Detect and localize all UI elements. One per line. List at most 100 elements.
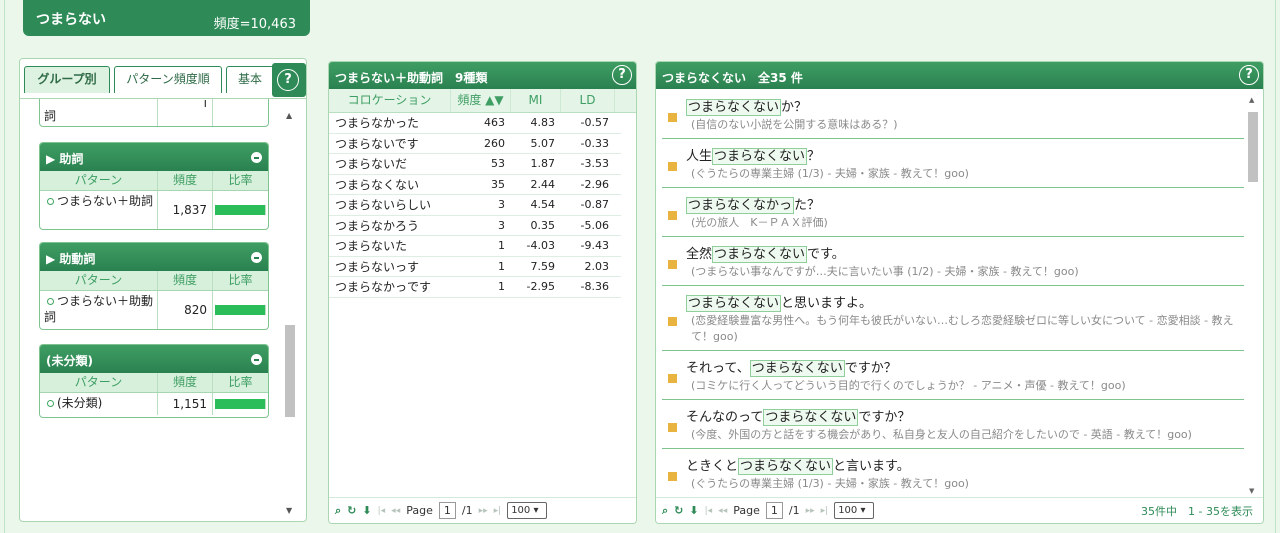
group-title[interactable]: ▶ 助詞 <box>40 143 268 171</box>
col-mi[interactable]: MI <box>511 89 561 112</box>
collocation-row[interactable]: つまらないた 1 -4.03 -9.43 <box>329 236 621 257</box>
tab-basic[interactable]: 基本 <box>226 66 274 93</box>
scroll-down-icon[interactable]: ▼ <box>286 506 292 515</box>
last-page-icon[interactable]: ▸| <box>821 506 829 516</box>
collocation-row[interactable]: つまらないだ 53 1.87 -3.53 <box>329 154 621 175</box>
col-frequency[interactable]: 頻度 ▲▼ <box>451 89 511 112</box>
next-page-icon[interactable]: ▸▸ <box>806 506 815 516</box>
collapse-icon[interactable] <box>251 152 262 163</box>
frequency-cell: 1 <box>498 239 505 252</box>
word-label: つまらない <box>36 12 106 28</box>
per-page-select[interactable]: 100 ▾ <box>834 502 875 519</box>
source-text: (光の旅人 K－ＰＡＸ評価) <box>691 216 828 229</box>
group-row[interactable]: つまらない＋助詞 1,837 <box>40 191 268 229</box>
collocation-row[interactable]: つまらなかった 463 4.83 -0.57 <box>329 113 621 134</box>
collocation-row[interactable]: つまらなかろう 3 0.35 -5.06 <box>329 216 621 236</box>
group-box-particle: ▶ 助詞 パターン 頻度 比率 つまらない＋助詞 1,837 <box>39 142 269 230</box>
first-page-icon[interactable]: |◂ <box>378 506 386 516</box>
search-icon[interactable]: ⌕ <box>335 504 341 518</box>
ld-cell: -2.96 <box>580 177 609 191</box>
marker-icon <box>668 112 677 122</box>
prev-page-icon[interactable]: ◂◂ <box>391 506 400 516</box>
pattern-cell[interactable]: つまらない＋助詞 <box>40 191 158 229</box>
page-input[interactable]: 1 <box>438 502 456 519</box>
search-icon[interactable]: ⌕ <box>662 504 668 518</box>
scroll-thumb[interactable] <box>1248 112 1258 182</box>
help-icon[interactable]: ? <box>277 69 299 91</box>
right-context: ですか？ <box>844 361 897 376</box>
group-box-auxverb: ▶ 助動詞 パターン 頻度 比率 つまらない＋助動詞 820 <box>39 242 269 330</box>
download-icon[interactable]: ⬇ <box>689 504 698 517</box>
kwic-row[interactable]: つまらなくない か？ (自信のない小説を公開する意味はある？) <box>662 90 1244 139</box>
word-header: つまらない 頻度=10,463 <box>23 0 310 36</box>
group-row[interactable]: つまらない＋助動詞 820 <box>40 291 268 329</box>
left-context: 人生 <box>686 149 713 164</box>
tab-group[interactable]: グループ別 <box>24 66 110 93</box>
help-icon[interactable]: ? <box>612 65 632 85</box>
ld-cell: -9.43 <box>580 239 609 252</box>
group-box-partial: 詞 ı <box>39 99 269 127</box>
pattern-cell[interactable]: (未分類) <box>40 393 158 415</box>
scroll-up-icon[interactable]: ▲ <box>286 111 292 120</box>
next-page-icon[interactable]: ▸▸ <box>479 506 488 516</box>
col-ld[interactable]: LD <box>561 89 615 112</box>
collocation-cell: つまらないだ <box>335 157 408 171</box>
kwic-row[interactable]: そんなのって つまらなくない ですか？ (今度、外国の方と話をする機会があり、私自身と… <box>662 400 1244 449</box>
right-context: ですか？ <box>858 410 911 425</box>
scroll-up-icon[interactable]: ▲ <box>1249 96 1254 104</box>
kwic-row[interactable]: 全然 つまらなくない です。 (つまらない事なんですが…夫に言いたい事 (1/2) -… <box>662 237 1244 286</box>
group-row[interactable]: (未分類) 1,151 <box>40 393 268 415</box>
frequency-cell: 463 <box>484 116 505 129</box>
page-total: /1 <box>788 504 800 517</box>
collocation-panel: つまらない＋助動詞 9種類 ? コロケーション 頻度 ▲▼ MI LD つまらな… <box>328 61 637 524</box>
kwic-row[interactable]: ときくと つまらなくない と言います。 (ぐうたらの専業主婦 (1/3) - 夫婦・家… <box>662 449 1244 498</box>
kwic-sentence: 全然 つまらなくない です。 <box>686 245 1244 264</box>
page-input[interactable]: 1 <box>765 502 783 519</box>
last-page-icon[interactable]: ▸| <box>494 506 502 516</box>
kwic-scrollbar[interactable]: ▲ ▼ <box>1247 94 1259 497</box>
collocation-row[interactable]: つまらなくない 35 2.44 -2.96 <box>329 175 621 195</box>
group-scrollbar[interactable]: ▲ ▼ <box>283 105 297 517</box>
right-context: ？ <box>807 149 821 164</box>
collocation-cell: つまらないです <box>335 136 419 151</box>
collocation-row[interactable]: つまらないらしい 3 4.54 -0.87 <box>329 195 621 216</box>
first-page-icon[interactable]: |◂ <box>705 506 713 516</box>
ld-cell: -0.33 <box>580 136 609 150</box>
kwic-list[interactable]: つまらなくない か？ (自信のない小説を公開する意味はある？) 人生 つまらなくない？(… <box>656 90 1244 498</box>
collocation-row[interactable]: つまらないっす 1 7.59 2.03 <box>329 257 621 277</box>
kwic-sentence: それって、 つまらなくない ですか？ <box>686 359 1244 378</box>
marker-icon <box>668 471 677 481</box>
page-label: Page <box>406 504 433 517</box>
collocation-cell: つまらなかろう <box>335 218 420 233</box>
collocation-row[interactable]: つまらなかっです 1 -2.95 -8.36 <box>329 277 621 298</box>
group-title[interactable]: ▶ 助動詞 <box>40 243 268 271</box>
collapse-icon[interactable] <box>251 252 262 263</box>
group-list[interactable]: 詞 ı ▶ 助詞 パターン 頻度 比率 つまらない＋助詞 1,837 ▶ 助動詞 パ… <box>20 99 298 521</box>
collocation-row[interactable]: つまらないです 260 5.07 -0.33 <box>329 134 621 154</box>
tab-pattern-frequency[interactable]: パターン頻度順 <box>114 66 222 93</box>
help-icon[interactable]: ? <box>1239 65 1259 85</box>
refresh-icon[interactable]: ↻ <box>347 504 356 517</box>
kwic-row[interactable]: 人生 つまらなくない？ (ぐうたらの専業主婦 (1/3) - 夫婦・家族 - 教えて… <box>662 139 1244 188</box>
per-page-select[interactable]: 100 ▾ <box>507 502 548 519</box>
mi-cell: 1.87 <box>530 157 556 170</box>
kwic-row[interactable]: それって、 つまらなくない ですか？ (コミケに行く人ってどういう目的で行くのでしょう… <box>662 351 1244 400</box>
scroll-thumb[interactable] <box>285 325 295 417</box>
pattern-cell[interactable]: つまらない＋助動詞 <box>40 291 158 329</box>
download-icon[interactable]: ⬇ <box>362 504 371 517</box>
ratio-cell <box>213 191 268 229</box>
keyword: つまらなくない <box>738 458 834 475</box>
frequency-cell: 53 <box>491 157 505 170</box>
col-collocation[interactable]: コロケーション <box>329 89 451 112</box>
group-title[interactable]: (未分類) <box>40 345 268 373</box>
collapse-icon[interactable] <box>251 354 262 365</box>
prev-page-icon[interactable]: ◂◂ <box>718 506 727 516</box>
scroll-down-icon[interactable]: ▼ <box>1249 487 1254 495</box>
kwic-row[interactable]: つまらなくなかっ た？ (光の旅人 K－ＰＡＸ評価) <box>662 188 1244 237</box>
collocation-rows: つまらなかった 463 4.83 -0.57 つまらないです 260 5.07 -0.33 つま… <box>329 113 636 298</box>
collocation-cell: つまらないらしい <box>335 198 432 212</box>
freq-cell: 1,837 <box>158 191 213 229</box>
refresh-icon[interactable]: ↻ <box>674 504 683 517</box>
bullet-icon <box>47 400 54 407</box>
kwic-row[interactable]: つまらなくない と思いますよ。 (恋愛経験豊富な男性へ。もう何年も彼氏がいない…むし… <box>662 286 1244 351</box>
